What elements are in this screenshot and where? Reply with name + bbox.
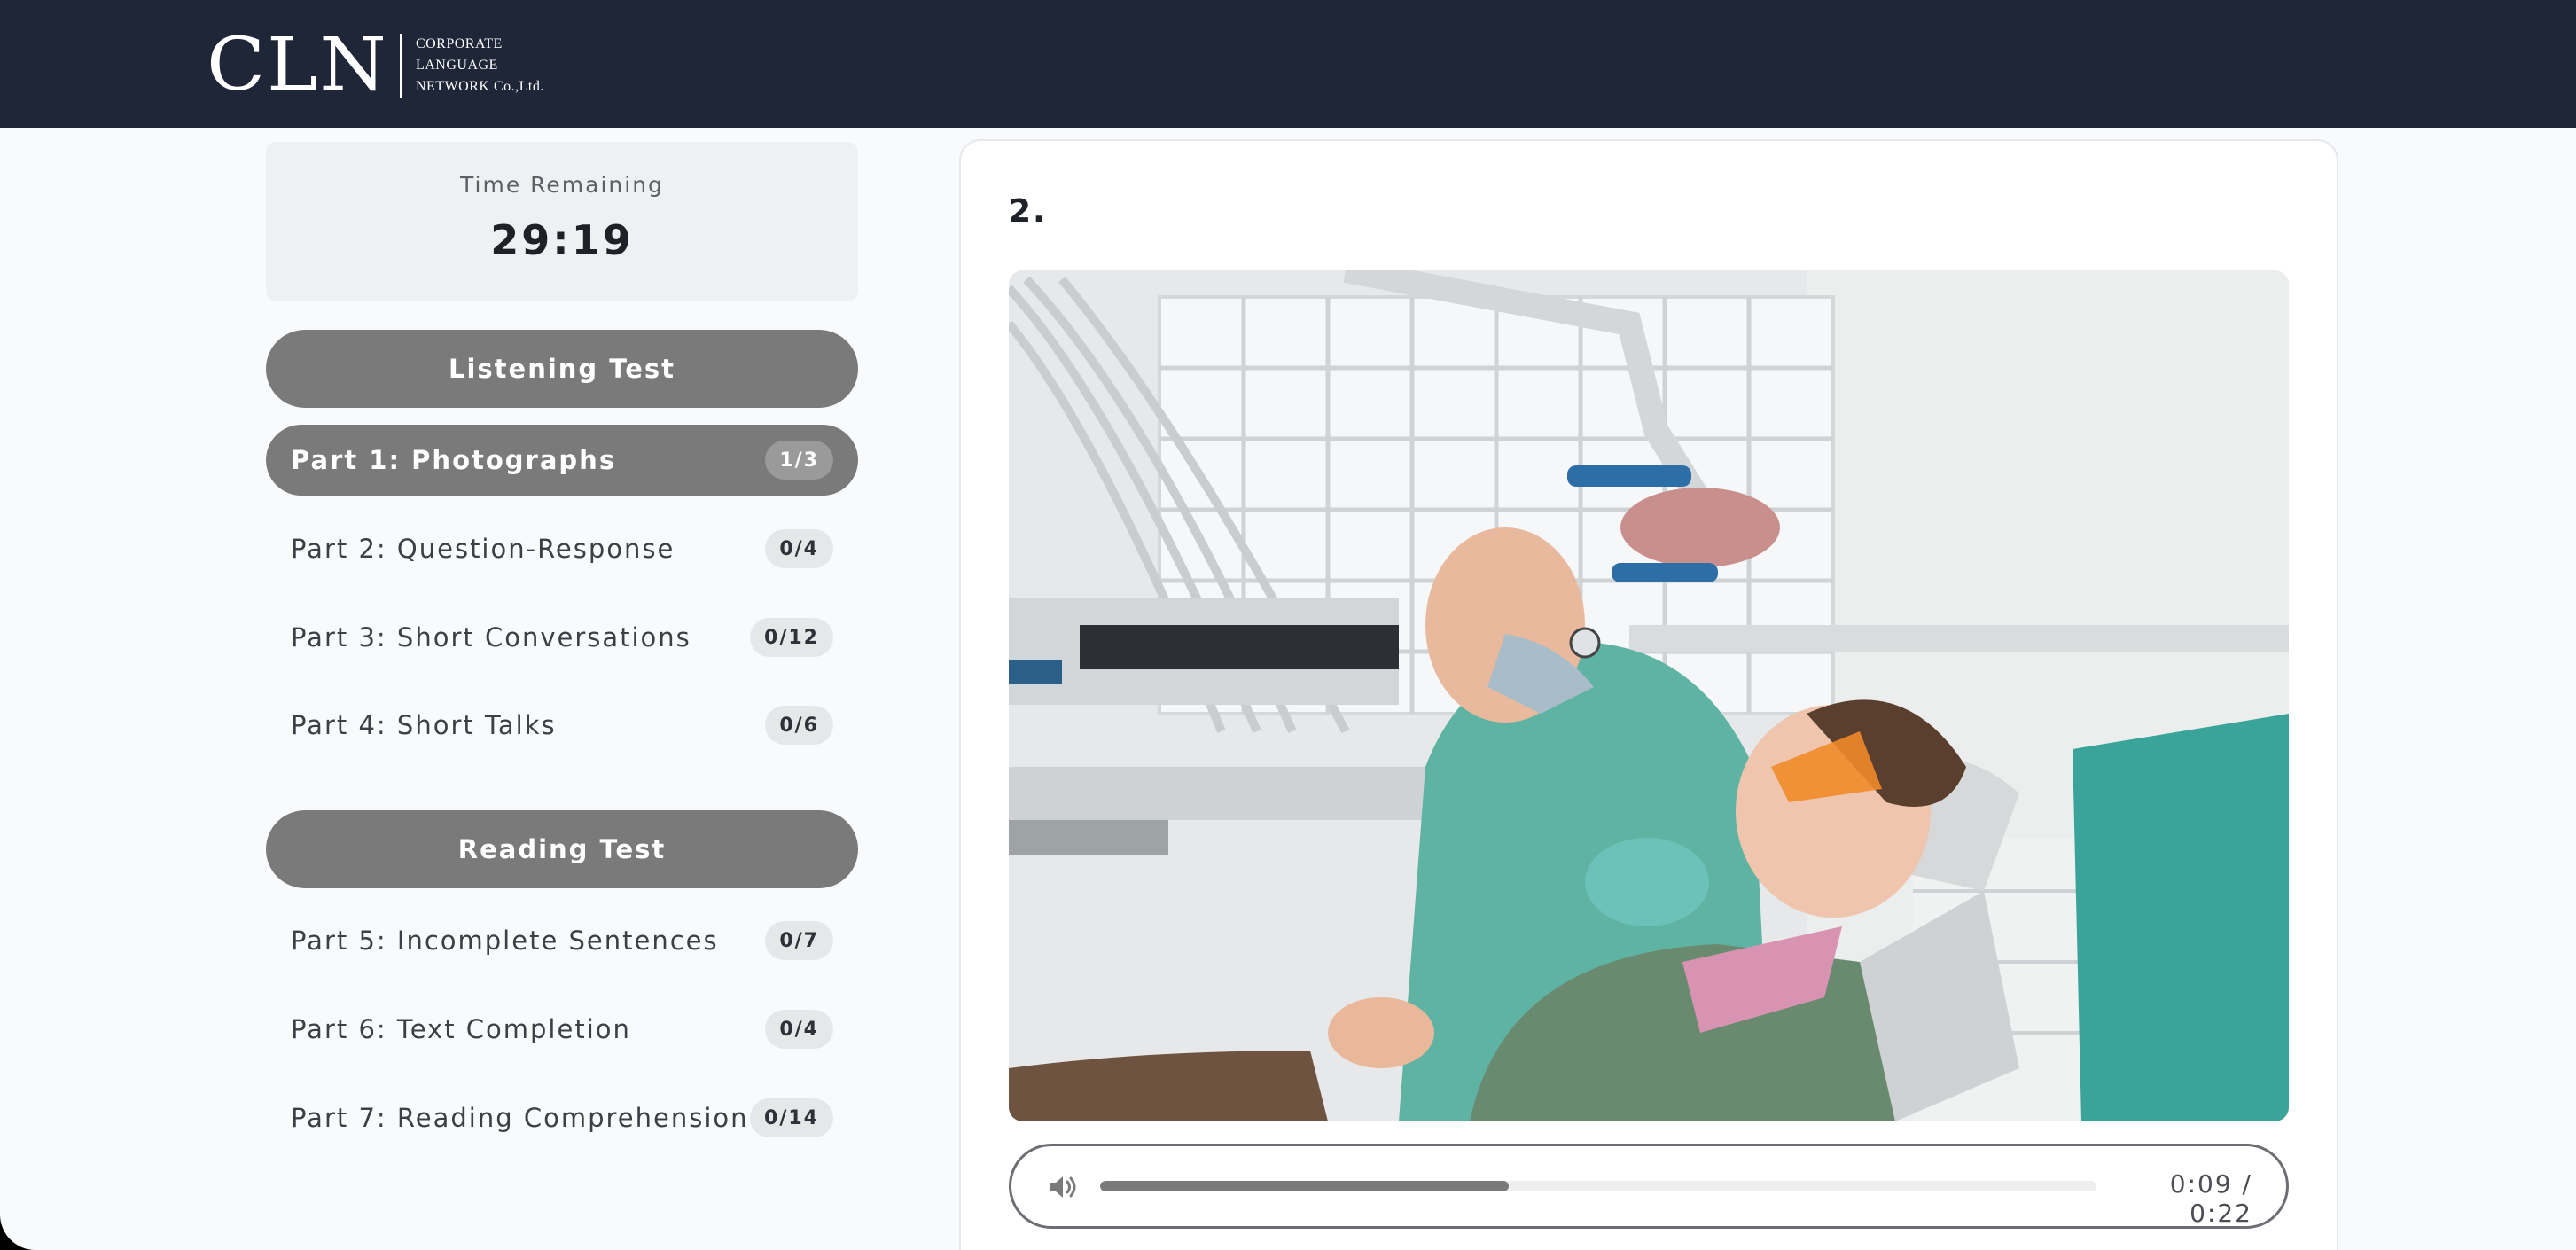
logo-text: CORPORATE LANGUAGE NETWORK Co.,Ltd. — [416, 34, 544, 98]
part-label: Part 7: Reading Comprehension — [291, 1103, 749, 1133]
part-6-text-completion[interactable]: Part 6: Text Completion 0/4 — [266, 994, 858, 1065]
part-4-short-talks[interactable]: Part 4: Short Talks 0/6 — [266, 690, 858, 761]
part-label: Part 6: Text Completion — [291, 1014, 631, 1044]
progress-badge: 0/4 — [765, 1010, 833, 1049]
timer-label: Time Remaining — [460, 172, 664, 198]
part-2-question-response[interactable]: Part 2: Question-Response 0/4 — [266, 513, 858, 584]
part-7-reading-comprehension[interactable]: Part 7: Reading Comprehension 0/14 — [266, 1082, 858, 1153]
audio-player: 0:09 / 0:22 — [1009, 1144, 2289, 1229]
progress-badge: 0/14 — [750, 1098, 833, 1137]
logo-line: NETWORK Co.,Ltd. — [415, 79, 544, 94]
progress-badge: 0/4 — [765, 529, 833, 568]
audio-progress-bar[interactable] — [1100, 1181, 2096, 1191]
progress-badge: 0/12 — [750, 618, 833, 657]
dental-scene-image — [1009, 270, 2289, 1121]
logo-line: LANGUAGE — [415, 58, 498, 73]
timer-panel: Time Remaining 29:19 — [266, 142, 858, 301]
company-logo[interactable]: CLN CORPORATE LANGUAGE NETWORK Co.,Ltd. — [207, 29, 544, 102]
logo-line: CORPORATE — [415, 36, 503, 51]
part-3-short-conversations[interactable]: Part 3: Short Conversations 0/12 — [266, 602, 858, 673]
timer-value: 29:19 — [490, 216, 634, 264]
part-label: Part 3: Short Conversations — [291, 622, 691, 652]
question-photo — [1009, 270, 2289, 1121]
part-5-incomplete-sentences[interactable]: Part 5: Incomplete Sentences 0/7 — [266, 905, 858, 976]
top-bar: CLN CORPORATE LANGUAGE NETWORK Co.,Ltd. — [0, 0, 2576, 128]
part-label: Part 5: Incomplete Sentences — [291, 926, 719, 956]
volume-icon[interactable] — [1047, 1173, 1077, 1201]
part-label: Part 4: Short Talks — [291, 710, 557, 740]
app-window: CLN CORPORATE LANGUAGE NETWORK Co.,Ltd. … — [0, 0, 2576, 1250]
audio-time: 0:09 / 0:22 — [2169, 1169, 2252, 1228]
logo-divider — [399, 34, 402, 98]
progress-badge: 1/3 — [765, 441, 833, 480]
audio-progress-fill — [1100, 1181, 1509, 1191]
reading-test-button[interactable]: Reading Test — [266, 810, 858, 888]
part-label: Part 1: Photographs — [291, 445, 617, 475]
listening-test-button[interactable]: Listening Test — [266, 330, 858, 408]
logo-mark: CLN — [207, 23, 388, 107]
part-1-photographs[interactable]: Part 1: Photographs 1/3 — [266, 425, 858, 496]
part-label: Part 2: Question-Response — [291, 534, 675, 564]
question-number: 2. — [1009, 193, 1047, 230]
progress-badge: 0/7 — [765, 921, 833, 960]
progress-badge: 0/6 — [765, 706, 833, 745]
